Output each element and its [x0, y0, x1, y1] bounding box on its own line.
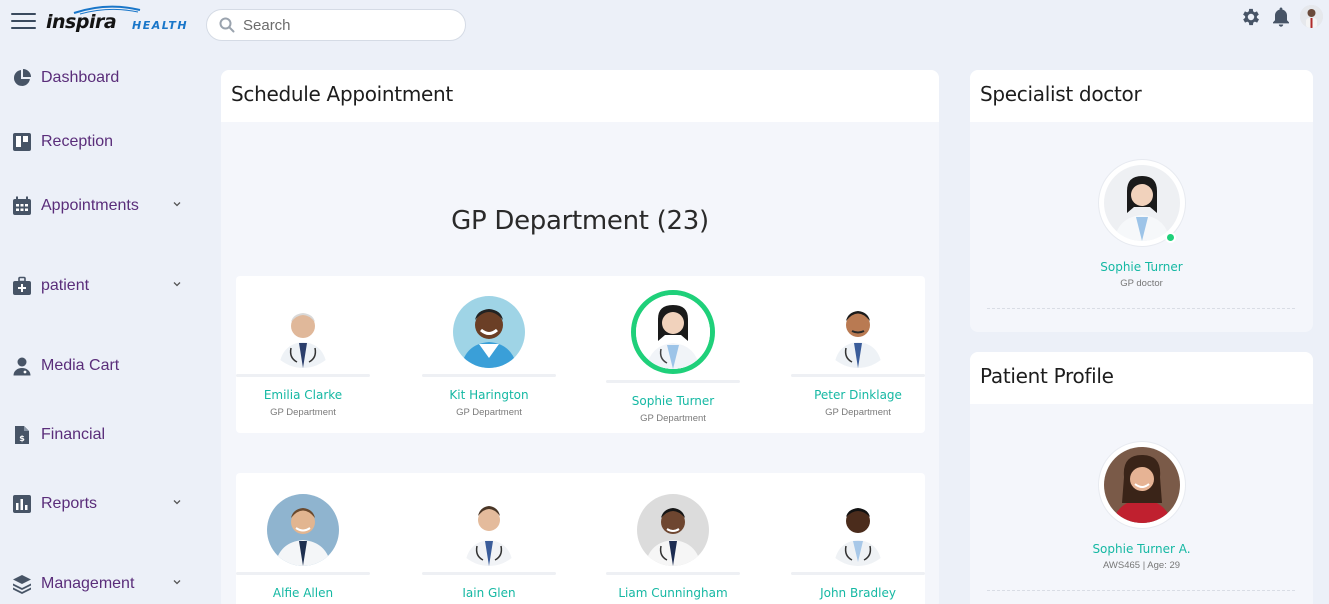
doctor-department: GP Department [825, 407, 891, 418]
card-title: Schedule Appointment [231, 82, 453, 106]
top-actions [1240, 5, 1323, 28]
chevron-down-icon[interactable] [172, 279, 182, 289]
doctor-card[interactable]: Liam Cunningham [598, 494, 748, 600]
sidebar-item-label: Media Cart [41, 357, 120, 374]
doctor-photo [453, 494, 525, 566]
doctor-user-icon [11, 355, 33, 377]
card-title: Specialist doctor [980, 82, 1142, 106]
patient-profile-card: Patient Profile Sophie Turner A. AWS465 … [970, 352, 1313, 604]
doctor-name: Iain Glen [462, 586, 516, 600]
sidebar-item-media-cart[interactable]: Media Cart [11, 353, 186, 379]
specialist-doctor-card: Specialist doctor Sophie Turner GP docto… [970, 70, 1313, 332]
search-bar[interactable] [206, 9, 466, 41]
doctor-card[interactable]: Iain Glen [414, 494, 564, 600]
bar-chart-icon [11, 493, 33, 515]
card-divider [422, 572, 556, 575]
card-divider [606, 572, 740, 575]
online-status-dot [1165, 232, 1176, 243]
svg-text:$: $ [19, 434, 25, 443]
search-icon [219, 17, 235, 33]
card-divider [791, 374, 925, 377]
doctor-card-selected[interactable]: Sophie Turner GP Department [598, 290, 748, 424]
brand-logo[interactable]: inspira HEALTH [46, 5, 196, 39]
layers-icon [11, 573, 33, 595]
invoice-icon: $ [11, 424, 33, 446]
doctor-department: GP Department [456, 407, 522, 418]
logo-text: inspira [46, 11, 117, 33]
sidebar-item-reception[interactable]: Reception [11, 129, 186, 155]
patient-details: AWS465 | Age: 29 [1102, 560, 1181, 571]
doctor-photo [453, 296, 525, 368]
sidebar-item-financial[interactable]: $ Financial [11, 422, 186, 448]
doctor-name: Alfie Allen [272, 586, 334, 600]
sidebar-item-label: Management [41, 575, 135, 592]
specialist-name[interactable]: Sophie Turner [970, 260, 1313, 274]
doctor-name: Emilia Clarke [263, 388, 343, 402]
doctor-photo [267, 494, 339, 566]
doctor-name: Peter Dinklage [814, 388, 902, 402]
schedule-appointment-card: Schedule Appointment GP Department (23) … [221, 70, 939, 604]
chevron-down-icon[interactable] [172, 497, 182, 507]
sidebar-item-label: Financial [41, 426, 106, 443]
patient-name[interactable]: Sophie Turner A. [970, 542, 1313, 556]
gear-icon[interactable] [1240, 6, 1262, 28]
sidebar-item-dashboard[interactable]: Dashboard [11, 65, 186, 91]
card-divider [422, 374, 556, 377]
doctor-name: John Bradley [820, 586, 896, 600]
doctor-card[interactable]: Kit Harington GP Department [414, 296, 564, 418]
card-divider [236, 572, 370, 575]
doctor-row: Emilia Clarke GP Department Kit Haringto… [236, 276, 925, 433]
chevron-down-icon[interactable] [172, 199, 182, 209]
medical-kit-icon [11, 275, 33, 297]
doctor-card[interactable]: John Bradley [783, 494, 933, 600]
card-divider [236, 374, 370, 377]
calendar-icon [11, 195, 33, 217]
patient-photo[interactable] [1099, 442, 1185, 528]
card-title: Patient Profile [980, 364, 1114, 388]
specialist-photo[interactable] [1099, 160, 1185, 246]
board-icon [11, 131, 33, 153]
sidebar-item-reports[interactable]: Reports [11, 491, 186, 517]
sidebar-item-label: Dashboard [41, 69, 120, 86]
menu-icon[interactable] [11, 13, 36, 29]
doctor-photo [631, 290, 715, 374]
doctor-department: GP Department [640, 413, 706, 424]
logo-subtext: HEALTH [132, 19, 189, 32]
sidebar-item-label: Appointments [41, 197, 139, 214]
doctor-department: GP Department [270, 407, 336, 418]
doctor-photo [822, 494, 894, 566]
doctor-card[interactable]: Alfie Allen [228, 494, 378, 600]
specialist-role: GP doctor [1120, 278, 1163, 289]
card-header: Specialist doctor [970, 70, 1313, 122]
doctor-name: Liam Cunningham [618, 586, 728, 600]
doctor-name: Sophie Turner [631, 394, 715, 408]
sidebar-item-label: patient [41, 277, 90, 294]
sidebar-item-management[interactable]: Management [11, 571, 186, 597]
doctor-name: Kit Harington [449, 388, 529, 402]
card-header: Schedule Appointment [221, 70, 939, 122]
pie-chart-icon [11, 67, 33, 89]
doctor-photo [637, 494, 709, 566]
sidebar-item-patient[interactable]: patient [11, 273, 186, 299]
divider [987, 308, 1295, 309]
divider [987, 590, 1295, 591]
chevron-down-icon[interactable] [172, 577, 182, 587]
doctor-photo [822, 296, 894, 368]
sidebar-item-appointments[interactable]: Appointments [11, 193, 186, 219]
sidebar-item-label: Reception [41, 133, 114, 150]
search-input[interactable] [243, 16, 443, 34]
bell-icon[interactable] [1271, 6, 1291, 28]
doctor-photo [267, 296, 339, 368]
sidebar-item-label: Reports [41, 495, 98, 512]
card-divider [791, 572, 925, 575]
card-divider [606, 380, 740, 383]
user-avatar[interactable] [1300, 5, 1323, 28]
doctor-card[interactable]: Emilia Clarke GP Department [228, 296, 378, 418]
card-header: Patient Profile [970, 352, 1313, 404]
doctor-card[interactable]: Peter Dinklage GP Department [783, 296, 933, 418]
department-title: GP Department (23) [451, 206, 709, 236]
doctor-row: Alfie Allen Iain Glen Liam Cunningham Jo… [236, 473, 925, 604]
